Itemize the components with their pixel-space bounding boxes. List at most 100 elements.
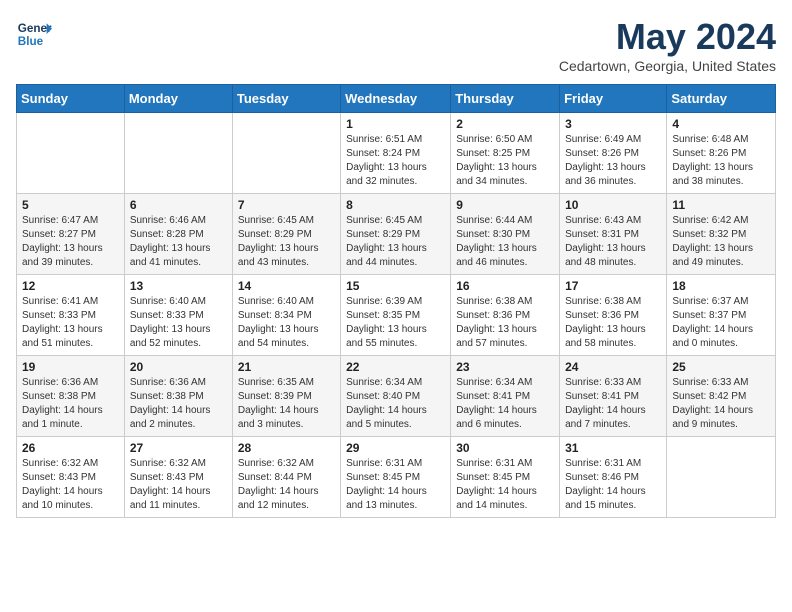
cell-content: Sunrise: 6:44 AMSunset: 8:30 PMDaylight:…	[456, 214, 554, 270]
calendar-cell: 9 Sunrise: 6:44 AMSunset: 8:30 PMDaylight…	[451, 194, 560, 275]
day-number: 4	[672, 117, 770, 131]
calendar-cell: 17Sunrise: 6:38 AMSunset: 8:36 PMDayligh…	[560, 275, 667, 356]
cell-content: Sunrise: 6:46 AMSunset: 8:28 PMDaylight:…	[130, 214, 227, 270]
weekday-header: Monday	[124, 85, 232, 113]
day-number: 23	[456, 360, 554, 374]
cell-content: Sunrise: 6:33 AMSunset: 8:42 PMDaylight:…	[672, 376, 770, 432]
calendar-cell: 14 Sunrise: 6:40 AMSunset: 8:34 PMDayligh…	[232, 275, 340, 356]
cell-content: Sunrise: 6:31 AMSunset: 8:45 PMDaylight:…	[456, 457, 554, 513]
day-number: 26	[22, 441, 119, 455]
calendar-cell: 30 Sunrise: 6:31 AMSunset: 8:45 PMDayligh…	[451, 437, 560, 518]
day-number: 13	[130, 279, 227, 293]
calendar-cell: 18Sunrise: 6:37 AMSunset: 8:37 PMDayligh…	[667, 275, 776, 356]
calendar-cell: 28Sunrise: 6:32 AMSunset: 8:44 PMDayligh…	[232, 437, 340, 518]
day-number: 2	[456, 117, 554, 131]
weekday-header: Saturday	[667, 85, 776, 113]
calendar-cell: 15 Sunrise: 6:39 AMSunset: 8:35 PMDayligh…	[341, 275, 451, 356]
day-number: 8	[346, 198, 445, 212]
calendar-cell: 19 Sunrise: 6:36 AMSunset: 8:38 PMDayligh…	[17, 356, 125, 437]
calendar-week-row: 12 Sunrise: 6:41 AMSunset: 8:33 PMDayligh…	[17, 275, 776, 356]
day-number: 1	[346, 117, 445, 131]
day-number: 15	[346, 279, 445, 293]
cell-content: Sunrise: 6:38 AMSunset: 8:36 PMDaylight:…	[565, 295, 661, 351]
svg-text:Blue: Blue	[18, 35, 44, 48]
cell-content: Sunrise: 6:47 AMSunset: 8:27 PMDaylight:…	[22, 214, 119, 270]
cell-content: Sunrise: 6:43 AMSunset: 8:31 PMDaylight:…	[565, 214, 661, 270]
cell-content: Sunrise: 6:50 AMSunset: 8:25 PMDaylight:…	[456, 133, 554, 189]
calendar-week-row: 26 Sunrise: 6:32 AMSunset: 8:43 PMDayligh…	[17, 437, 776, 518]
calendar-cell: 13Sunrise: 6:40 AMSunset: 8:33 PMDayligh…	[124, 275, 232, 356]
cell-content: Sunrise: 6:35 AMSunset: 8:39 PMDaylight:…	[238, 376, 335, 432]
calendar-cell: 1 Sunrise: 6:51 AMSunset: 8:24 PMDaylight…	[341, 113, 451, 194]
page-header: General Blue May 2024 Cedartown, Georgia…	[16, 16, 776, 74]
day-number: 14	[238, 279, 335, 293]
calendar-cell: 16 Sunrise: 6:38 AMSunset: 8:36 PMDayligh…	[451, 275, 560, 356]
day-number: 7	[238, 198, 335, 212]
day-number: 24	[565, 360, 661, 374]
weekday-header: Wednesday	[341, 85, 451, 113]
calendar-cell: 31Sunrise: 6:31 AMSunset: 8:46 PMDayligh…	[560, 437, 667, 518]
calendar-cell: 6Sunrise: 6:46 AMSunset: 8:28 PMDaylight…	[124, 194, 232, 275]
day-number: 29	[346, 441, 445, 455]
calendar-table: SundayMondayTuesdayWednesdayThursdayFrid…	[16, 84, 776, 518]
day-number: 10	[565, 198, 661, 212]
logo: General Blue	[16, 16, 52, 52]
cell-content: Sunrise: 6:38 AMSunset: 8:36 PMDaylight:…	[456, 295, 554, 351]
calendar-cell: 2 Sunrise: 6:50 AMSunset: 8:25 PMDaylight…	[451, 113, 560, 194]
calendar-cell: 5 Sunrise: 6:47 AMSunset: 8:27 PMDaylight…	[17, 194, 125, 275]
day-number: 11	[672, 198, 770, 212]
calendar-cell	[232, 113, 340, 194]
day-number: 22	[346, 360, 445, 374]
calendar-week-row: 19 Sunrise: 6:36 AMSunset: 8:38 PMDayligh…	[17, 356, 776, 437]
day-number: 16	[456, 279, 554, 293]
calendar-cell	[124, 113, 232, 194]
cell-content: Sunrise: 6:36 AMSunset: 8:38 PMDaylight:…	[130, 376, 227, 432]
day-number: 21	[238, 360, 335, 374]
day-number: 18	[672, 279, 770, 293]
calendar-cell: 8 Sunrise: 6:45 AMSunset: 8:29 PMDaylight…	[341, 194, 451, 275]
calendar-cell: 7 Sunrise: 6:45 AMSunset: 8:29 PMDaylight…	[232, 194, 340, 275]
calendar-week-row: 5 Sunrise: 6:47 AMSunset: 8:27 PMDaylight…	[17, 194, 776, 275]
day-number: 9	[456, 198, 554, 212]
calendar-week-row: 1 Sunrise: 6:51 AMSunset: 8:24 PMDaylight…	[17, 113, 776, 194]
location-subtitle: Cedartown, Georgia, United States	[559, 58, 776, 74]
calendar-cell: 23 Sunrise: 6:34 AMSunset: 8:41 PMDayligh…	[451, 356, 560, 437]
calendar-cell: 12 Sunrise: 6:41 AMSunset: 8:33 PMDayligh…	[17, 275, 125, 356]
calendar-cell: 25 Sunrise: 6:33 AMSunset: 8:42 PMDayligh…	[667, 356, 776, 437]
cell-content: Sunrise: 6:51 AMSunset: 8:24 PMDaylight:…	[346, 133, 445, 189]
title-block: May 2024 Cedartown, Georgia, United Stat…	[559, 16, 776, 74]
weekday-header: Friday	[560, 85, 667, 113]
calendar-cell: 4 Sunrise: 6:48 AMSunset: 8:26 PMDaylight…	[667, 113, 776, 194]
calendar-cell: 3Sunrise: 6:49 AMSunset: 8:26 PMDaylight…	[560, 113, 667, 194]
cell-content: Sunrise: 6:41 AMSunset: 8:33 PMDaylight:…	[22, 295, 119, 351]
day-number: 5	[22, 198, 119, 212]
cell-content: Sunrise: 6:34 AMSunset: 8:41 PMDaylight:…	[456, 376, 554, 432]
calendar-cell: 21 Sunrise: 6:35 AMSunset: 8:39 PMDayligh…	[232, 356, 340, 437]
calendar-cell: 29Sunrise: 6:31 AMSunset: 8:45 PMDayligh…	[341, 437, 451, 518]
day-number: 30	[456, 441, 554, 455]
calendar-cell	[667, 437, 776, 518]
cell-content: Sunrise: 6:45 AMSunset: 8:29 PMDaylight:…	[238, 214, 335, 270]
cell-content: Sunrise: 6:49 AMSunset: 8:26 PMDaylight:…	[565, 133, 661, 189]
weekday-header-row: SundayMondayTuesdayWednesdayThursdayFrid…	[17, 85, 776, 113]
day-number: 20	[130, 360, 227, 374]
weekday-header: Thursday	[451, 85, 560, 113]
logo-icon: General Blue	[16, 16, 52, 52]
cell-content: Sunrise: 6:40 AMSunset: 8:34 PMDaylight:…	[238, 295, 335, 351]
calendar-cell: 22 Sunrise: 6:34 AMSunset: 8:40 PMDayligh…	[341, 356, 451, 437]
calendar-cell	[17, 113, 125, 194]
cell-content: Sunrise: 6:34 AMSunset: 8:40 PMDaylight:…	[346, 376, 445, 432]
cell-content: Sunrise: 6:45 AMSunset: 8:29 PMDaylight:…	[346, 214, 445, 270]
calendar-cell: 11Sunrise: 6:42 AMSunset: 8:32 PMDayligh…	[667, 194, 776, 275]
cell-content: Sunrise: 6:39 AMSunset: 8:35 PMDaylight:…	[346, 295, 445, 351]
cell-content: Sunrise: 6:36 AMSunset: 8:38 PMDaylight:…	[22, 376, 119, 432]
cell-content: Sunrise: 6:32 AMSunset: 8:43 PMDaylight:…	[130, 457, 227, 513]
calendar-cell: 10 Sunrise: 6:43 AMSunset: 8:31 PMDayligh…	[560, 194, 667, 275]
day-number: 12	[22, 279, 119, 293]
cell-content: Sunrise: 6:48 AMSunset: 8:26 PMDaylight:…	[672, 133, 770, 189]
day-number: 27	[130, 441, 227, 455]
weekday-header: Sunday	[17, 85, 125, 113]
day-number: 19	[22, 360, 119, 374]
calendar-cell: 20 Sunrise: 6:36 AMSunset: 8:38 PMDayligh…	[124, 356, 232, 437]
day-number: 25	[672, 360, 770, 374]
